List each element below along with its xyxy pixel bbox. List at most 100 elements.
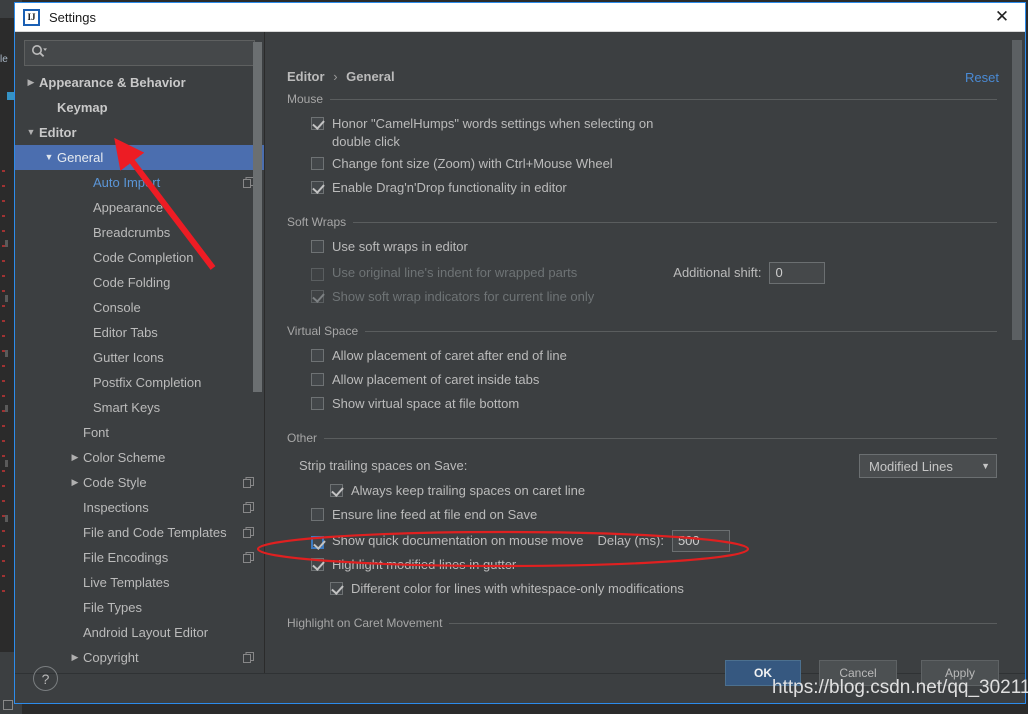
checkbox-label: Show virtual space at file bottom — [332, 396, 520, 411]
sidebar-item-live-templates[interactable]: Live Templates — [15, 570, 264, 595]
sidebar-item-code-style[interactable]: ▶ Code Style — [15, 470, 264, 495]
cancel-button[interactable]: Cancel — [819, 660, 897, 686]
sidebar-item-inspections[interactable]: Inspections — [15, 495, 264, 520]
checkbox-use-soft-wraps-in-editor[interactable] — [311, 240, 324, 253]
checkbox-show-virtual-space-at-file-bottom[interactable] — [311, 397, 324, 410]
search-input[interactable] — [24, 40, 255, 66]
checkbox-use-original-line-s-indent-for-wrapped-p[interactable] — [311, 267, 324, 281]
sidebar-item-general[interactable]: ▼ General — [15, 145, 264, 170]
sidebar-item-code-folding[interactable]: Code Folding — [15, 270, 264, 295]
group-other: Other Strip trailing spaces on Save: Modif… — [265, 429, 1025, 614]
checkbox-honor-camelhumps-words-settings-when-sel[interactable] — [311, 117, 324, 130]
sidebar-item-code-completion[interactable]: Code Completion — [15, 245, 264, 270]
sidebar-item-font[interactable]: Font — [15, 420, 264, 445]
chevron-down-icon: ▼ — [981, 461, 990, 471]
sidebar-item-appearance[interactable]: Appearance — [15, 195, 264, 220]
row-show-virtual-space-at-file-bottom: Show virtual space at file bottom — [265, 393, 1025, 417]
sidebar-item-gutter-icons[interactable]: Gutter Icons — [15, 345, 264, 370]
settings-main-panel: Editor › General Reset Mouse Honor "Camel… — [265, 32, 1025, 673]
checkbox-show-quick-documentation-on-mouse-move[interactable] — [311, 535, 324, 549]
checkbox-allow-placement-of-caret-inside-tabs[interactable] — [311, 373, 324, 386]
checkbox-label: Allow placement of caret inside tabs — [332, 372, 540, 387]
checkbox-label: Highlight modified lines in gutter — [332, 557, 517, 572]
content-scrollbar-thumb[interactable] — [1012, 40, 1022, 340]
checkbox-always-keep-trailing-spaces-on-caret-lin[interactable] — [330, 484, 343, 497]
row-highlight-modified-lines-in-gutter: Highlight modified lines in gutter — [265, 554, 1025, 578]
reset-link[interactable]: Reset — [965, 70, 999, 85]
window-title: Settings — [49, 9, 96, 25]
checkbox-label: Enable Drag'n'Drop functionality in edit… — [332, 180, 567, 195]
close-icon[interactable]: ✕ — [979, 3, 1025, 32]
checkbox-ensure-line-feed-at-file-end-on-save[interactable] — [311, 508, 324, 521]
row-use-soft-wraps-in-editor: Use soft wraps in editor — [265, 236, 1025, 260]
breadcrumb: Editor › General — [287, 69, 395, 84]
sidebar-item-android-layout-editor[interactable]: Android Layout Editor — [15, 620, 264, 645]
checkbox-label: Show quick documentation on mouse move — [332, 533, 584, 548]
ok-button[interactable]: OK — [725, 660, 801, 686]
sidebar-item-file-types[interactable]: File Types — [15, 595, 264, 620]
sidebar-item-editor[interactable]: ▼ Editor — [15, 120, 264, 145]
sidebar-item-color-scheme[interactable]: ▶ Color Scheme — [15, 445, 264, 470]
apply-button[interactable]: Apply — [921, 660, 999, 686]
dialog-footer: ? OK Cancel Apply — [15, 660, 1025, 703]
help-button[interactable]: ? — [33, 666, 58, 691]
checkbox-highlight-modified-lines-in-gutter[interactable] — [311, 558, 324, 571]
sidebar-item-label: Inspections — [83, 500, 149, 515]
checkbox-different-color-for-lines-with-whitespac[interactable] — [330, 582, 343, 595]
sidebar-item-label: Font — [83, 425, 110, 440]
combo-label: Strip trailing spaces on Save: — [299, 458, 468, 473]
search-container — [15, 32, 264, 70]
sidebar-item-smart-keys[interactable]: Smart Keys — [15, 395, 264, 420]
sidebar-item-editor-tabs[interactable]: Editor Tabs — [15, 320, 264, 345]
checkbox-allow-placement-of-caret-after-end-of-li[interactable] — [311, 349, 324, 362]
chevron-right-icon[interactable]: ▶ — [67, 653, 83, 662]
screen: le IJ Settings ✕ ▶ Appearance & Behavior… — [0, 0, 1028, 714]
sidebar-item-breadcrumbs[interactable]: Breadcrumbs — [15, 220, 264, 245]
sidebar-item-console[interactable]: Console — [15, 295, 264, 320]
sidebar-scrollbar-thumb[interactable] — [253, 42, 262, 392]
chevron-down-icon[interactable]: ▼ — [23, 128, 39, 137]
sidebar-item-label: Code Completion — [93, 250, 194, 265]
sidebar-item-postfix-completion[interactable]: Postfix Completion — [15, 370, 264, 395]
checkbox-change-font-size-zoom-with-ctrl-mouse-wh[interactable] — [311, 157, 324, 170]
sidebar-item-auto-import[interactable]: Auto Import — [15, 170, 264, 195]
strip-trailing-spaces-dropdown[interactable]: Modified Lines ▼ — [859, 454, 997, 478]
sidebar-item-label: Postfix Completion — [93, 375, 202, 390]
checkbox-show-soft-wrap-indicators-for-current-li[interactable] — [311, 290, 324, 303]
chevron-right-icon[interactable]: ▶ — [67, 478, 83, 487]
chevron-right-icon[interactable]: ▶ — [67, 453, 83, 462]
group-rule — [449, 622, 997, 624]
checkbox-label: Always keep trailing spaces on caret lin… — [351, 483, 586, 498]
row-use-original-line-s-indent-for-wrapped-p: Use original line's indent for wrapped p… — [265, 260, 1025, 286]
settings-tree[interactable]: ▶ Appearance & Behavior Keymap ▼ Editor ▼ Gene… — [15, 70, 264, 670]
group-title: Virtual Space — [287, 324, 359, 338]
row-different-color-for-lines-with-whitespac: Different color for lines with whitespac… — [265, 578, 1025, 602]
sidebar-item-appearance-behavior[interactable]: ▶ Appearance & Behavior — [15, 70, 264, 95]
field-label: Additional shift: — [673, 265, 762, 280]
breadcrumb-parent[interactable]: Editor — [287, 69, 325, 84]
dropdown-value: Modified Lines — [869, 458, 953, 474]
sidebar-item-label: Keymap — [57, 100, 108, 115]
row-always-keep-trailing-spaces-on-caret-lin: Always keep trailing spaces on caret lin… — [265, 480, 1025, 504]
input-delay-ms[interactable]: 500 — [671, 530, 730, 552]
copy-settings-icon — [243, 551, 254, 563]
sidebar-item-keymap[interactable]: Keymap — [15, 95, 264, 120]
sidebar-item-label: Appearance & Behavior — [39, 75, 186, 90]
copy-settings-icon — [243, 526, 254, 538]
row-change-font-size-zoom-with-ctrl-mouse-wh: Change font size (Zoom) with Ctrl+Mouse … — [265, 153, 1025, 177]
group-mouse: Mouse Honor "CamelHumps" words settings w… — [265, 90, 1025, 213]
group-rule — [324, 437, 997, 439]
group-soft-wraps: Soft Wraps Use soft wraps in editor Use or… — [265, 213, 1025, 322]
input-additional-shift[interactable]: 0 — [769, 262, 826, 284]
checkbox-enable-drag-n-drop-functionality-in-edit[interactable] — [311, 181, 324, 194]
chevron-right-icon[interactable]: ▶ — [23, 78, 39, 87]
group-rows: Strip trailing spaces on Save: Modified L… — [265, 447, 1025, 614]
sidebar-item-file-encodings[interactable]: File Encodings — [15, 545, 264, 570]
sidebar-item-file-and-code-templates[interactable]: File and Code Templates — [15, 520, 264, 545]
group-header: Virtual Space — [265, 322, 1025, 340]
group-rows: Allow placement of caret after end of li… — [265, 340, 1025, 429]
chevron-down-icon[interactable]: ▼ — [41, 153, 57, 162]
group-rule — [330, 98, 997, 100]
checkbox-label: Honor "CamelHumps" words settings when s… — [332, 116, 654, 149]
sidebar-item-copyright[interactable]: ▶ Copyright — [15, 645, 264, 670]
